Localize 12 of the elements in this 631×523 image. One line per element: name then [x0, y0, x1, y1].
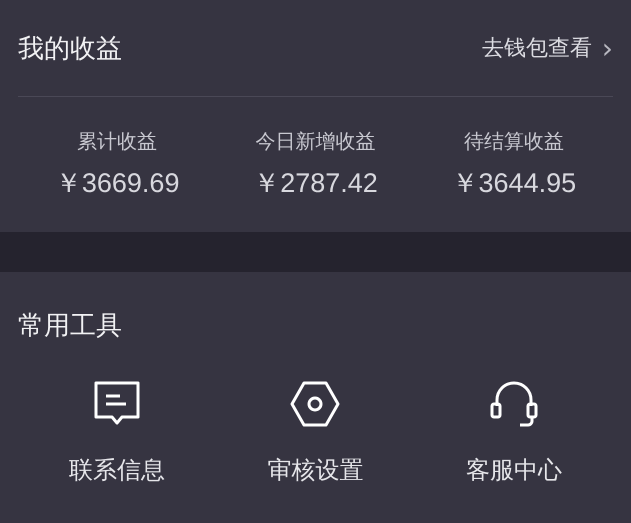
- section-title: 我的收益: [18, 32, 122, 66]
- tool-button[interactable]: 联系信息: [18, 378, 216, 486]
- stat-label: 累计收益: [77, 128, 158, 155]
- stat-label: 今日新增收益: [255, 128, 376, 155]
- stat-value: ￥3644.95: [452, 167, 576, 200]
- wallet-link[interactable]: 去钱包查看 ›: [482, 32, 613, 64]
- stat-label: 待结算收益: [464, 128, 564, 155]
- tool-button[interactable]: 审核设置: [216, 378, 415, 486]
- stat-value: ￥3669.69: [54, 167, 180, 200]
- section-title: 常用工具: [18, 310, 122, 342]
- tool-button[interactable]: 客服中心: [414, 378, 613, 486]
- stat-value: ￥2787.42: [253, 167, 378, 200]
